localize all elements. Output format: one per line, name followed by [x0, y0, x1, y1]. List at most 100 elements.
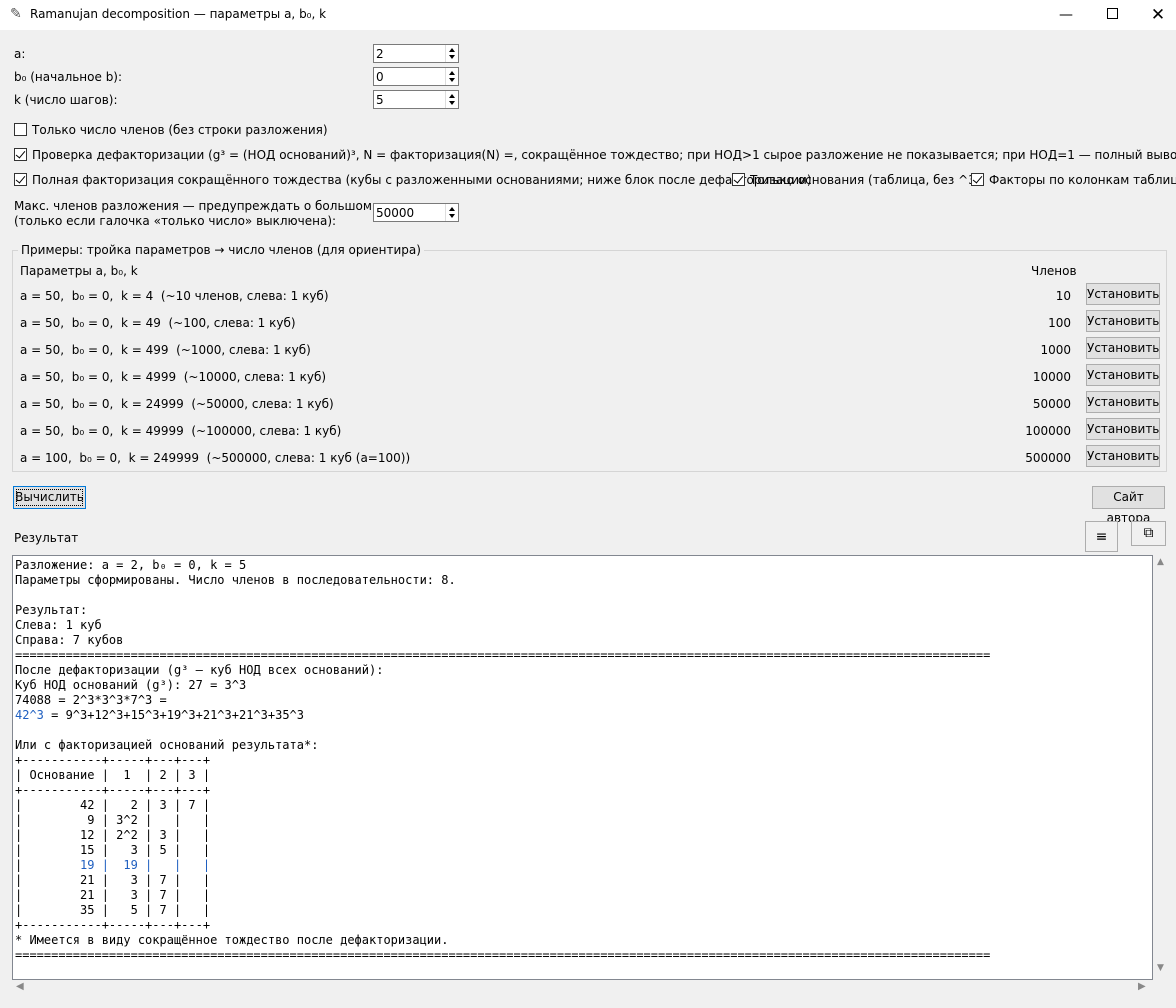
- spin-up-icon[interactable]: [449, 48, 455, 52]
- example-count: 10000: [1032, 370, 1071, 384]
- a-spinbox[interactable]: 2: [373, 44, 459, 63]
- k-spin-arrows[interactable]: [445, 91, 458, 108]
- result-highlight: 42^3: [15, 708, 44, 722]
- close-button[interactable]: ✕: [1135, 0, 1176, 30]
- max-terms-value[interactable]: 50000: [376, 206, 414, 220]
- result-highlight-row: 19 | 19 | | |: [22, 858, 211, 872]
- examples-title: Примеры: тройка параметров → число члено…: [18, 243, 424, 257]
- example-count: 50000: [1032, 397, 1071, 411]
- set-example-button[interactable]: Установить: [1086, 310, 1160, 332]
- result-line-rest: = 9^3+12^3+15^3+19^3+21^3+21^3+35^3: [43, 708, 304, 722]
- max-terms-label-line1: Макс. членов разложения — предупреждать …: [14, 199, 423, 213]
- window-title: Ramanujan decomposition — параметры a, b…: [30, 7, 327, 21]
- example-count: 100: [1048, 316, 1071, 330]
- result-line: +-----------+-----+---+---+: [15, 918, 211, 932]
- example-params: a = 50, b₀ = 0, k = 24999 (~50000, слева…: [20, 397, 334, 411]
- result-label: Результат: [14, 531, 79, 545]
- factors-cols-checkbox[interactable]: [971, 173, 984, 186]
- spin-down-icon[interactable]: [449, 101, 455, 105]
- max-terms-spin-arrows[interactable]: [445, 204, 458, 221]
- spin-up-icon[interactable]: [449, 94, 455, 98]
- spin-down-icon[interactable]: [449, 55, 455, 59]
- a-spin-arrows[interactable]: [445, 45, 458, 62]
- example-params: a = 100, b₀ = 0, k = 249999 (~500000, сл…: [20, 451, 411, 465]
- format-button[interactable]: ≡: [1085, 521, 1118, 552]
- feather-icon: ✎: [10, 6, 22, 22]
- spin-up-icon[interactable]: [449, 207, 455, 211]
- example-params: a = 50, b₀ = 0, k = 49 (~100, слева: 1 к…: [20, 316, 296, 330]
- result-line: 74088 = 2^3*3^3*7^3 =: [15, 693, 167, 707]
- result-line: После дефакторизации (g³ — куб НОД всех …: [15, 663, 384, 677]
- result-line: Результат:: [15, 603, 88, 617]
- result-line: ========================================…: [15, 948, 991, 962]
- b0-spin-arrows[interactable]: [445, 68, 458, 85]
- defact-check-label[interactable]: Проверка дефакторизации (g³ = (НОД основ…: [32, 148, 1176, 162]
- result-line: Параметры сформированы. Число членов в п…: [15, 573, 456, 587]
- max-terms-label-line2: (только если галочка «только число» выкл…: [14, 214, 337, 228]
- calculate-button[interactable]: Вычислить: [13, 486, 86, 509]
- result-line: | 15 | 3 | 5 | |: [15, 843, 211, 857]
- example-params: a = 50, b₀ = 0, k = 49999 (~100000, слев…: [20, 424, 342, 438]
- result-text[interactable]: Разложение: a = 2, b₀ = 0, k = 5 Параметр…: [15, 558, 990, 963]
- result-line: | 42 | 2 | 3 | 7 |: [15, 798, 211, 812]
- factors-cols-label[interactable]: Факторы по колонкам таблицы: [989, 173, 1176, 187]
- set-example-button[interactable]: Установить: [1086, 283, 1160, 305]
- scroll-left-icon[interactable]: ◀: [16, 981, 24, 992]
- result-line: | 12 | 2^2 | 3 | |: [15, 828, 211, 842]
- scroll-down-icon[interactable]: ▼: [1157, 963, 1164, 973]
- a-value[interactable]: 2: [376, 47, 384, 61]
- only-count-label[interactable]: Только число членов (без строки разложен…: [32, 123, 328, 137]
- examples-col-params: Параметры a, b₀, k: [20, 264, 138, 278]
- title-bar: ✎ Ramanujan decomposition — параметры a,…: [0, 0, 1176, 30]
- scroll-up-icon[interactable]: ▲: [1157, 557, 1164, 567]
- scroll-right-icon[interactable]: ▶: [1138, 981, 1146, 992]
- spin-down-icon[interactable]: [449, 78, 455, 82]
- minimize-button[interactable]: —: [1043, 0, 1089, 30]
- only-bases-label[interactable]: Только основания (таблица, без ^3): [750, 173, 980, 187]
- b0-value[interactable]: 0: [376, 70, 384, 84]
- set-example-button[interactable]: Установить: [1086, 337, 1160, 359]
- k-label: k (число шагов):: [14, 93, 118, 107]
- result-line: Куб НОД оснований (g³): 27 = 3^3: [15, 678, 247, 692]
- maximize-button[interactable]: [1089, 0, 1135, 30]
- full-fact-checkbox[interactable]: [14, 173, 27, 186]
- result-line: | 9 | 3^2 | | |: [15, 813, 211, 827]
- spin-up-icon[interactable]: [449, 71, 455, 75]
- vertical-scrollbar[interactable]: ▲ ▼: [1153, 555, 1170, 980]
- set-example-button[interactable]: Установить: [1086, 391, 1160, 413]
- result-line: +-----------+-----+---+---+: [15, 783, 211, 797]
- result-line: 42^3 = 9^3+12^3+15^3+19^3+21^3+21^3+35^3: [15, 708, 990, 723]
- result-line: ========================================…: [15, 648, 991, 662]
- example-params: a = 50, b₀ = 0, k = 4999 (~10000, слева:…: [20, 370, 327, 384]
- horizontal-scrollbar[interactable]: ◀ ▶: [12, 980, 1153, 997]
- example-count: 1000: [1040, 343, 1071, 357]
- only-bases-checkbox[interactable]: [732, 173, 745, 186]
- result-line: | 21 | 3 | 7 | |: [15, 888, 211, 902]
- result-line: | Основание | 1 | 2 | 3 |: [15, 768, 211, 782]
- defact-check-checkbox[interactable]: [14, 148, 27, 161]
- k-spinbox[interactable]: 5: [373, 90, 459, 109]
- only-count-checkbox[interactable]: [14, 123, 27, 136]
- set-example-button[interactable]: Установить: [1086, 418, 1160, 440]
- example-count: 500000: [1025, 451, 1071, 465]
- copy-button[interactable]: ⧉: [1131, 521, 1166, 546]
- spin-down-icon[interactable]: [449, 214, 455, 218]
- result-line: | 35 | 5 | 7 | |: [15, 903, 211, 917]
- result-line: [15, 723, 990, 738]
- example-count: 100000: [1025, 424, 1071, 438]
- set-example-button[interactable]: Установить: [1086, 445, 1160, 467]
- full-fact-label[interactable]: Полная факторизация сокращённого тождест…: [32, 173, 812, 187]
- a-label: a:: [14, 47, 26, 61]
- author-site-button[interactable]: Сайт автора: [1092, 486, 1165, 525]
- example-count: 10: [1055, 289, 1071, 303]
- result-textarea[interactable]: Разложение: a = 2, b₀ = 0, k = 5 Параметр…: [12, 555, 1153, 980]
- b0-spinbox[interactable]: 0: [373, 67, 459, 86]
- set-example-button[interactable]: Установить: [1086, 364, 1160, 386]
- result-line: Или с факторизацией оснований результата…: [15, 738, 319, 752]
- max-terms-spinbox[interactable]: 50000: [373, 203, 459, 222]
- result-line: [15, 588, 990, 603]
- result-line: Слева: 1 куб: [15, 618, 102, 632]
- k-value[interactable]: 5: [376, 93, 384, 107]
- result-line: +-----------+-----+---+---+: [15, 753, 211, 767]
- example-params: a = 50, b₀ = 0, k = 499 (~1000, слева: 1…: [20, 343, 311, 357]
